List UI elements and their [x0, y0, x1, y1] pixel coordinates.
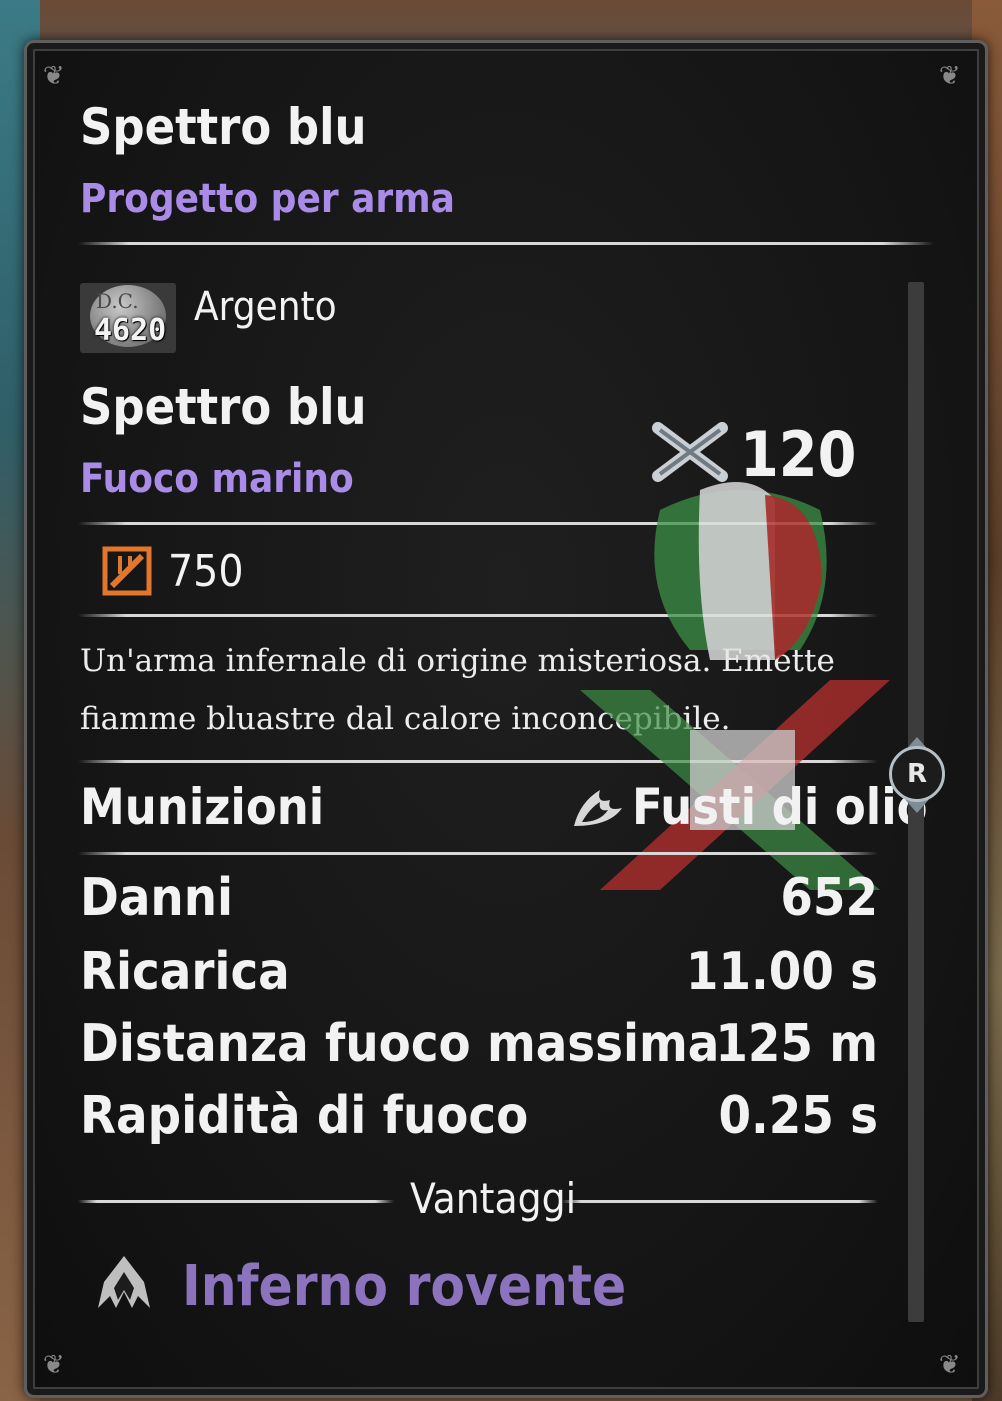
item-description: Un'arma infernale di origine misteriosa.… — [80, 643, 835, 737]
divider — [78, 522, 878, 525]
corner-ornament-icon: ❦ — [43, 54, 63, 92]
scroll-button[interactable]: R — [888, 728, 946, 822]
stat-row: Rapidità di fuoco 0.25 s — [80, 1086, 878, 1156]
stat-value: 0.25 s — [718, 1086, 878, 1146]
divider — [78, 242, 934, 245]
stat-label: Danni — [80, 868, 234, 928]
stat-value: 125 m — [715, 1014, 878, 1074]
divider — [562, 1200, 878, 1203]
perks-header: Vantaggi — [410, 1174, 577, 1223]
item-type: Progetto per arma — [80, 176, 455, 222]
ammo-label: Munizioni — [80, 778, 325, 836]
weapon-power: 120 — [740, 418, 857, 491]
inferno-flame-icon — [98, 1256, 150, 1308]
crossed-cannons-icon — [652, 422, 728, 482]
perk-name: Inferno rovente — [182, 1254, 627, 1319]
flame-icon — [574, 790, 622, 826]
weapon-subtype: Fuoco marino — [80, 456, 354, 502]
corner-ornament-icon: ❦ — [939, 1343, 959, 1381]
silver-coin-icon: D.C. 4620 — [80, 283, 176, 353]
stat-row: Danni 652 — [80, 868, 878, 938]
scroll-key-label: R — [889, 746, 945, 802]
stat-label: Distanza fuoco massima — [80, 1014, 720, 1074]
ammo-value: Fusti di olio — [632, 778, 928, 836]
divider — [78, 614, 878, 617]
divider — [78, 1200, 394, 1203]
armor-crate-icon — [102, 546, 152, 596]
divider — [78, 852, 878, 855]
corner-ornament-icon: ❦ — [939, 54, 959, 92]
currency-label: Argento — [194, 284, 337, 330]
item-name: Spettro blu — [80, 98, 367, 156]
weapon-name: Spettro blu — [80, 378, 367, 436]
coin-amount: 4620 — [94, 313, 167, 348]
stat-label: Ricarica — [80, 942, 290, 1002]
stat-row: Distanza fuoco massima 125 m — [80, 1014, 878, 1084]
stat-row: Ricarica 11.00 s — [80, 942, 878, 1012]
stat-label: Rapidità di fuoco — [80, 1086, 529, 1146]
coin-code: D.C. — [96, 289, 139, 313]
stat-value: 652 — [780, 868, 878, 928]
weapon-durability: 750 — [168, 546, 244, 597]
divider — [78, 760, 878, 763]
corner-ornament-icon: ❦ — [43, 1343, 63, 1381]
stat-value: 11.00 s — [685, 942, 878, 1002]
